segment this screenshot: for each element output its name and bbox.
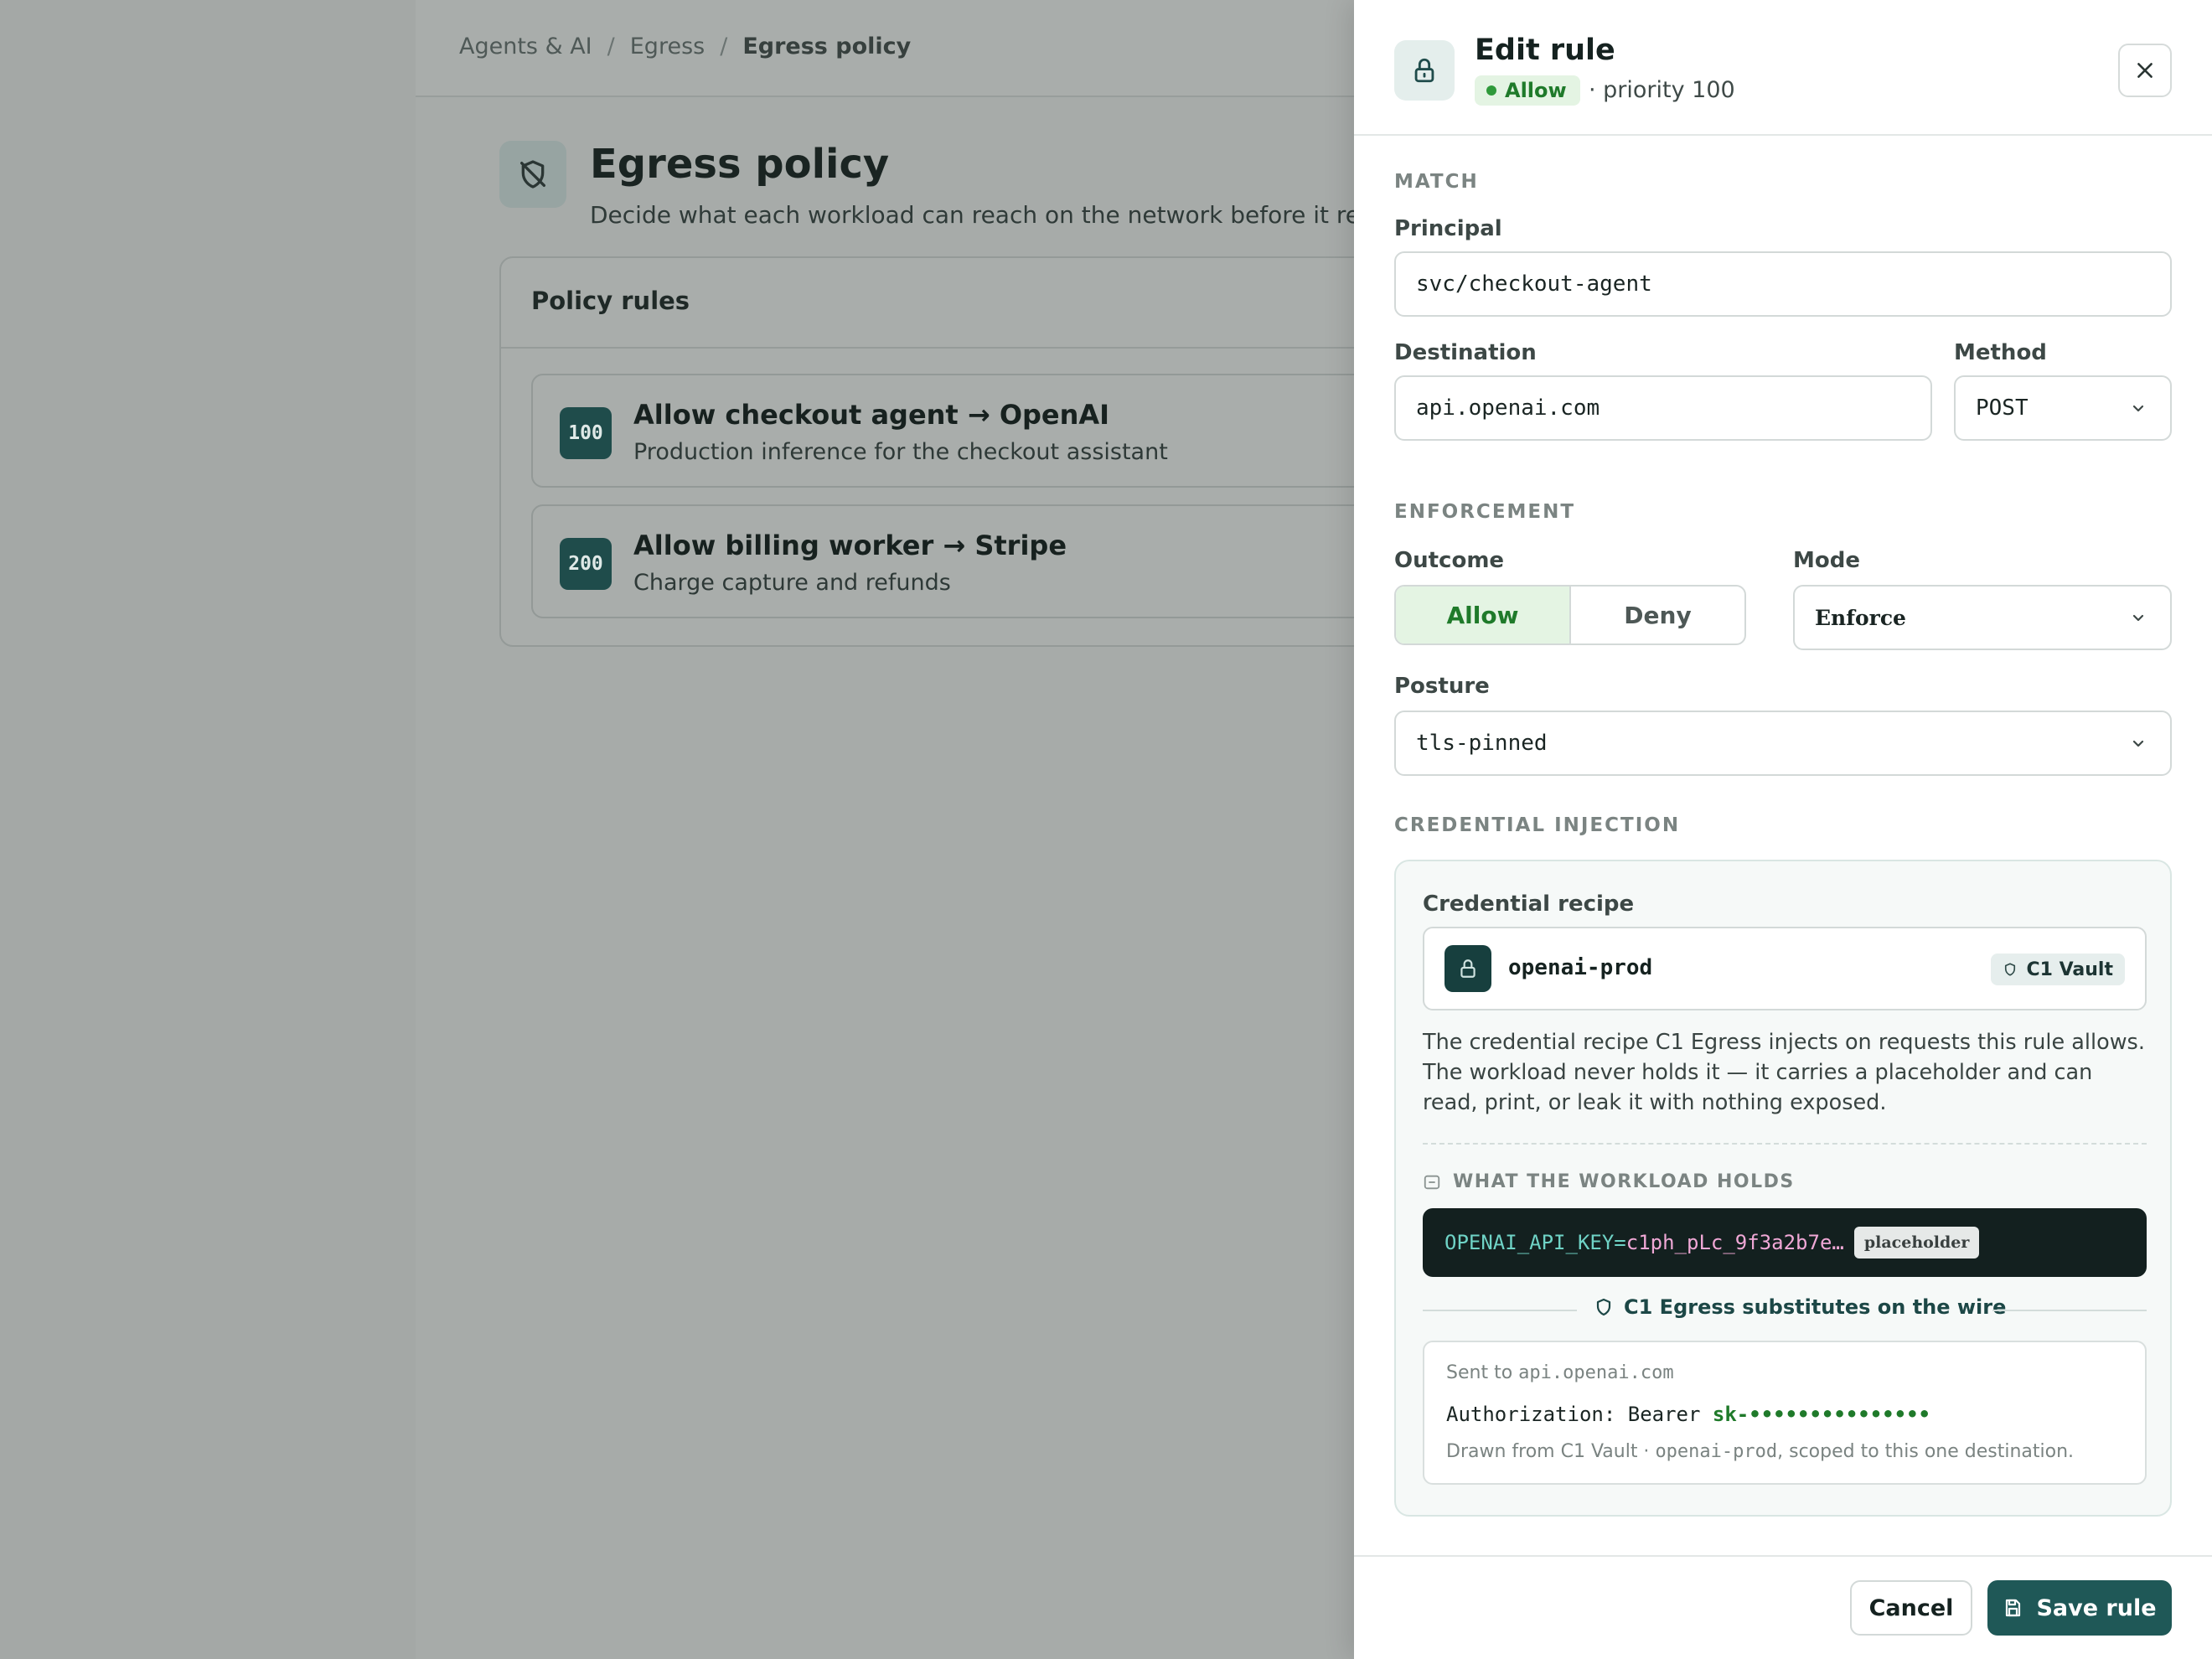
policy-rules-card: Policy rules 100 Allow checkout agent → …: [499, 256, 1403, 647]
mode-value: Enforce: [1815, 605, 1906, 630]
outcome-badge: Allow: [1475, 75, 1580, 106]
workload-env-snippet: OPENAI_API_KEY=c1ph_pLc_9f3a2b7e… placeh…: [1423, 1208, 2147, 1277]
placeholder-card-icon: [1424, 1175, 1440, 1189]
principal-label: Principal: [1394, 216, 1502, 241]
status-dot-icon: [1486, 85, 1496, 96]
section-label-credential: CREDENTIAL INJECTION: [1394, 814, 1681, 836]
top-bar: Agents & AI / Egress / Egress policy: [416, 0, 1354, 97]
close-icon: [2137, 63, 2153, 78]
rule-description: Production inference for the checkout as…: [633, 439, 1168, 465]
save-rule-label: Save rule: [2036, 1594, 2157, 1621]
rule-description: Charge capture and refunds: [633, 570, 951, 596]
drawer-title: Edit rule: [1475, 34, 1615, 67]
drawn-from-note: Drawn from C1 Vault · openai-prod, scope…: [1446, 1441, 2075, 1462]
rule-priority-badge: 200: [560, 538, 612, 590]
shield-icon: [1596, 1298, 1611, 1316]
authorization-header: Authorization: Bearer sk-•••••••••••••••: [1446, 1403, 1930, 1426]
workload-holds-label: WHAT THE WORKLOAD HOLDS: [1423, 1171, 1795, 1192]
outcome-label: Outcome: [1394, 548, 1505, 573]
vault-badge: C1 Vault: [1991, 954, 2125, 985]
shield-off-icon: [499, 141, 566, 208]
posture-label: Posture: [1394, 674, 1490, 699]
rule-title: Allow checkout agent → OpenAI: [633, 399, 1110, 431]
method-label: Method: [1954, 340, 2047, 365]
rule-row[interactable]: 100 Allow checkout agent → OpenAI Produc…: [531, 374, 1403, 488]
env-placeholder-value: c1ph_pLc_9f3a2b7e…: [1625, 1231, 1844, 1254]
lock-icon: [1394, 40, 1455, 101]
credential-injection-panel: Credential recipe openai-prod C1 Vault T…: [1394, 860, 2172, 1517]
mode-label: Mode: [1793, 548, 1860, 573]
posture-value: tls-pinned: [1416, 731, 1548, 756]
method-select[interactable]: POST: [1954, 375, 2172, 441]
masked-secret: sk-•••••••••••••••: [1712, 1403, 1930, 1426]
breadcrumb-item-current: Egress policy: [742, 34, 912, 59]
destination-label: Destination: [1394, 340, 1537, 365]
edit-rule-drawer: Edit rule Allow · priority 100 MATCH Pri…: [1354, 0, 2212, 1659]
rule-priority-badge: 100: [560, 407, 612, 459]
priority-text: · priority 100: [1589, 77, 1735, 103]
workload-holds-text: WHAT THE WORKLOAD HOLDS: [1453, 1171, 1795, 1192]
sent-to-host: api.openai.com: [1518, 1362, 1674, 1383]
credential-recipe-label: Credential recipe: [1423, 892, 1635, 917]
page-title: Egress policy: [590, 141, 890, 188]
method-value: POST: [1976, 395, 2029, 421]
outcome-badge-label: Allow: [1505, 79, 1567, 102]
vault-badge-label: C1 Vault: [2026, 959, 2113, 980]
outcome-option-allow[interactable]: Allow: [1396, 587, 1571, 643]
egress-policy-page: Agents & AI / Egress / Egress policy Egr…: [416, 0, 1417, 1659]
mode-select[interactable]: Enforce: [1793, 585, 2172, 650]
chevron-down-icon: [2132, 614, 2144, 622]
rule-title: Allow billing worker → Stripe: [633, 530, 1067, 561]
close-button[interactable]: [2118, 44, 2172, 97]
chevron-down-icon: [2132, 405, 2144, 412]
policy-rules-title: Policy rules: [501, 258, 1386, 349]
env-key: OPENAI_API_KEY=: [1445, 1231, 1626, 1254]
credential-recipe-name: openai-prod: [1508, 955, 1653, 980]
shield-icon: [2005, 963, 2016, 976]
drawer-footer: Cancel Save rule: [1354, 1555, 2212, 1659]
credential-recipe-select[interactable]: openai-prod C1 Vault: [1423, 927, 2147, 1010]
cancel-button[interactable]: Cancel: [1850, 1580, 1972, 1636]
save-icon: [2006, 1599, 2021, 1617]
lock-icon: [1445, 945, 1491, 992]
section-label-enforcement: ENFORCEMENT: [1394, 501, 1576, 523]
app-sidebar-dimmed: [0, 0, 416, 1659]
outcome-segmented-control: Allow Deny: [1394, 585, 1746, 645]
credential-description: The credential recipe C1 Egress injects …: [1423, 1030, 2145, 1115]
breadcrumb-separator: /: [720, 34, 728, 59]
section-label-match: MATCH: [1394, 171, 1479, 193]
principal-value: svc/checkout-agent: [1416, 271, 1652, 297]
destination-input[interactable]: api.openai.com: [1394, 375, 1932, 441]
substitution-divider: C1 Egress substitutes on the wire: [1423, 1294, 2147, 1327]
breadcrumb: Agents & AI / Egress / Egress policy: [459, 34, 911, 59]
outcome-option-deny[interactable]: Deny: [1571, 587, 1744, 643]
wire-request-preview: Sent to api.openai.com Authorization: Be…: [1423, 1341, 2147, 1485]
principal-input[interactable]: svc/checkout-agent: [1394, 251, 2172, 317]
breadcrumb-item-egress[interactable]: Egress: [630, 34, 705, 59]
rule-row[interactable]: 200 Allow billing worker → Stripe Charge…: [531, 504, 1403, 618]
placeholder-badge: placeholder: [1853, 1227, 1980, 1258]
page-subtitle: Decide what each workload can reach on t…: [590, 201, 1417, 229]
chevron-down-icon: [2132, 740, 2144, 747]
substitution-label: C1 Egress substitutes on the wire: [1624, 1295, 2007, 1319]
breadcrumb-item-agents[interactable]: Agents & AI: [459, 34, 592, 59]
drawer-header: Edit rule Allow · priority 100: [1354, 0, 2212, 136]
sent-to-line: Sent to api.openai.com: [1446, 1362, 1674, 1383]
posture-select[interactable]: tls-pinned: [1394, 711, 2172, 776]
save-rule-button[interactable]: Save rule: [1987, 1580, 2172, 1636]
breadcrumb-separator: /: [607, 34, 615, 59]
destination-value: api.openai.com: [1416, 395, 1600, 421]
divider: [1423, 1143, 2147, 1145]
